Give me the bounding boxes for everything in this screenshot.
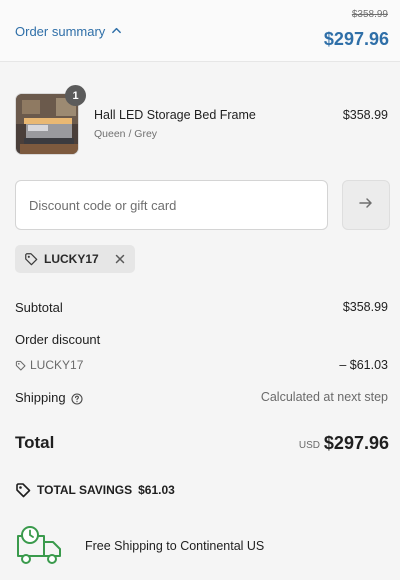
order-discount-value: – $61.03 [339, 358, 388, 372]
tag-icon [15, 360, 26, 371]
free-shipping-promo: Free Shipping to Continental US [15, 524, 264, 568]
apply-discount-button[interactable] [342, 180, 390, 230]
applied-discount-code: LUCKY17 [44, 252, 99, 266]
order-discount-code: LUCKY17 [30, 358, 84, 372]
arrow-right-icon [358, 195, 374, 216]
order-summary-header: Order summary $358.99 $297.96 [0, 0, 400, 62]
chevron-up-icon [111, 24, 122, 39]
order-discount-label: Order discount [15, 332, 101, 347]
subtotal-value: $358.99 [342, 300, 388, 314]
order-summary-toggle[interactable]: Order summary [15, 24, 122, 39]
shipping-row: Shipping [15, 390, 83, 405]
total-savings-amount: $61.03 [138, 483, 175, 497]
info-icon[interactable] [71, 393, 83, 405]
product-variant: Queen / Grey [94, 128, 158, 140]
total-amount: $297.96 [323, 433, 389, 453]
quantity-badge: 1 [65, 85, 86, 106]
close-icon [115, 254, 124, 264]
product-name: Hall LED Storage Bed Frame [94, 108, 256, 122]
shipping-value: Calculated at next step [260, 390, 388, 404]
free-shipping-text: Free Shipping to Continental US [85, 539, 265, 553]
tag-icon [15, 482, 31, 498]
applied-discount-chip: LUCKY17 [15, 245, 135, 273]
total-savings-label: TOTAL SAVINGS [37, 483, 133, 497]
header-total-price: $297.96 [323, 29, 389, 49]
shipping-label: Shipping [15, 390, 66, 405]
total-savings: TOTAL SAVINGS $61.03 [15, 482, 175, 498]
subtotal-label: Subtotal [15, 300, 63, 315]
total-label: Total [15, 433, 55, 452]
order-summary-toggle-label: Order summary [15, 24, 106, 39]
tag-icon [24, 252, 38, 266]
remove-discount-button[interactable] [113, 252, 127, 266]
total-currency: USD [298, 440, 320, 451]
compare-at-price: $358.99 [351, 9, 388, 20]
delivery-truck-icon [15, 524, 63, 568]
order-discount-code-row: LUCKY17 [15, 358, 83, 372]
product-price: $358.99 [342, 108, 388, 122]
discount-code-input[interactable] [15, 180, 328, 230]
